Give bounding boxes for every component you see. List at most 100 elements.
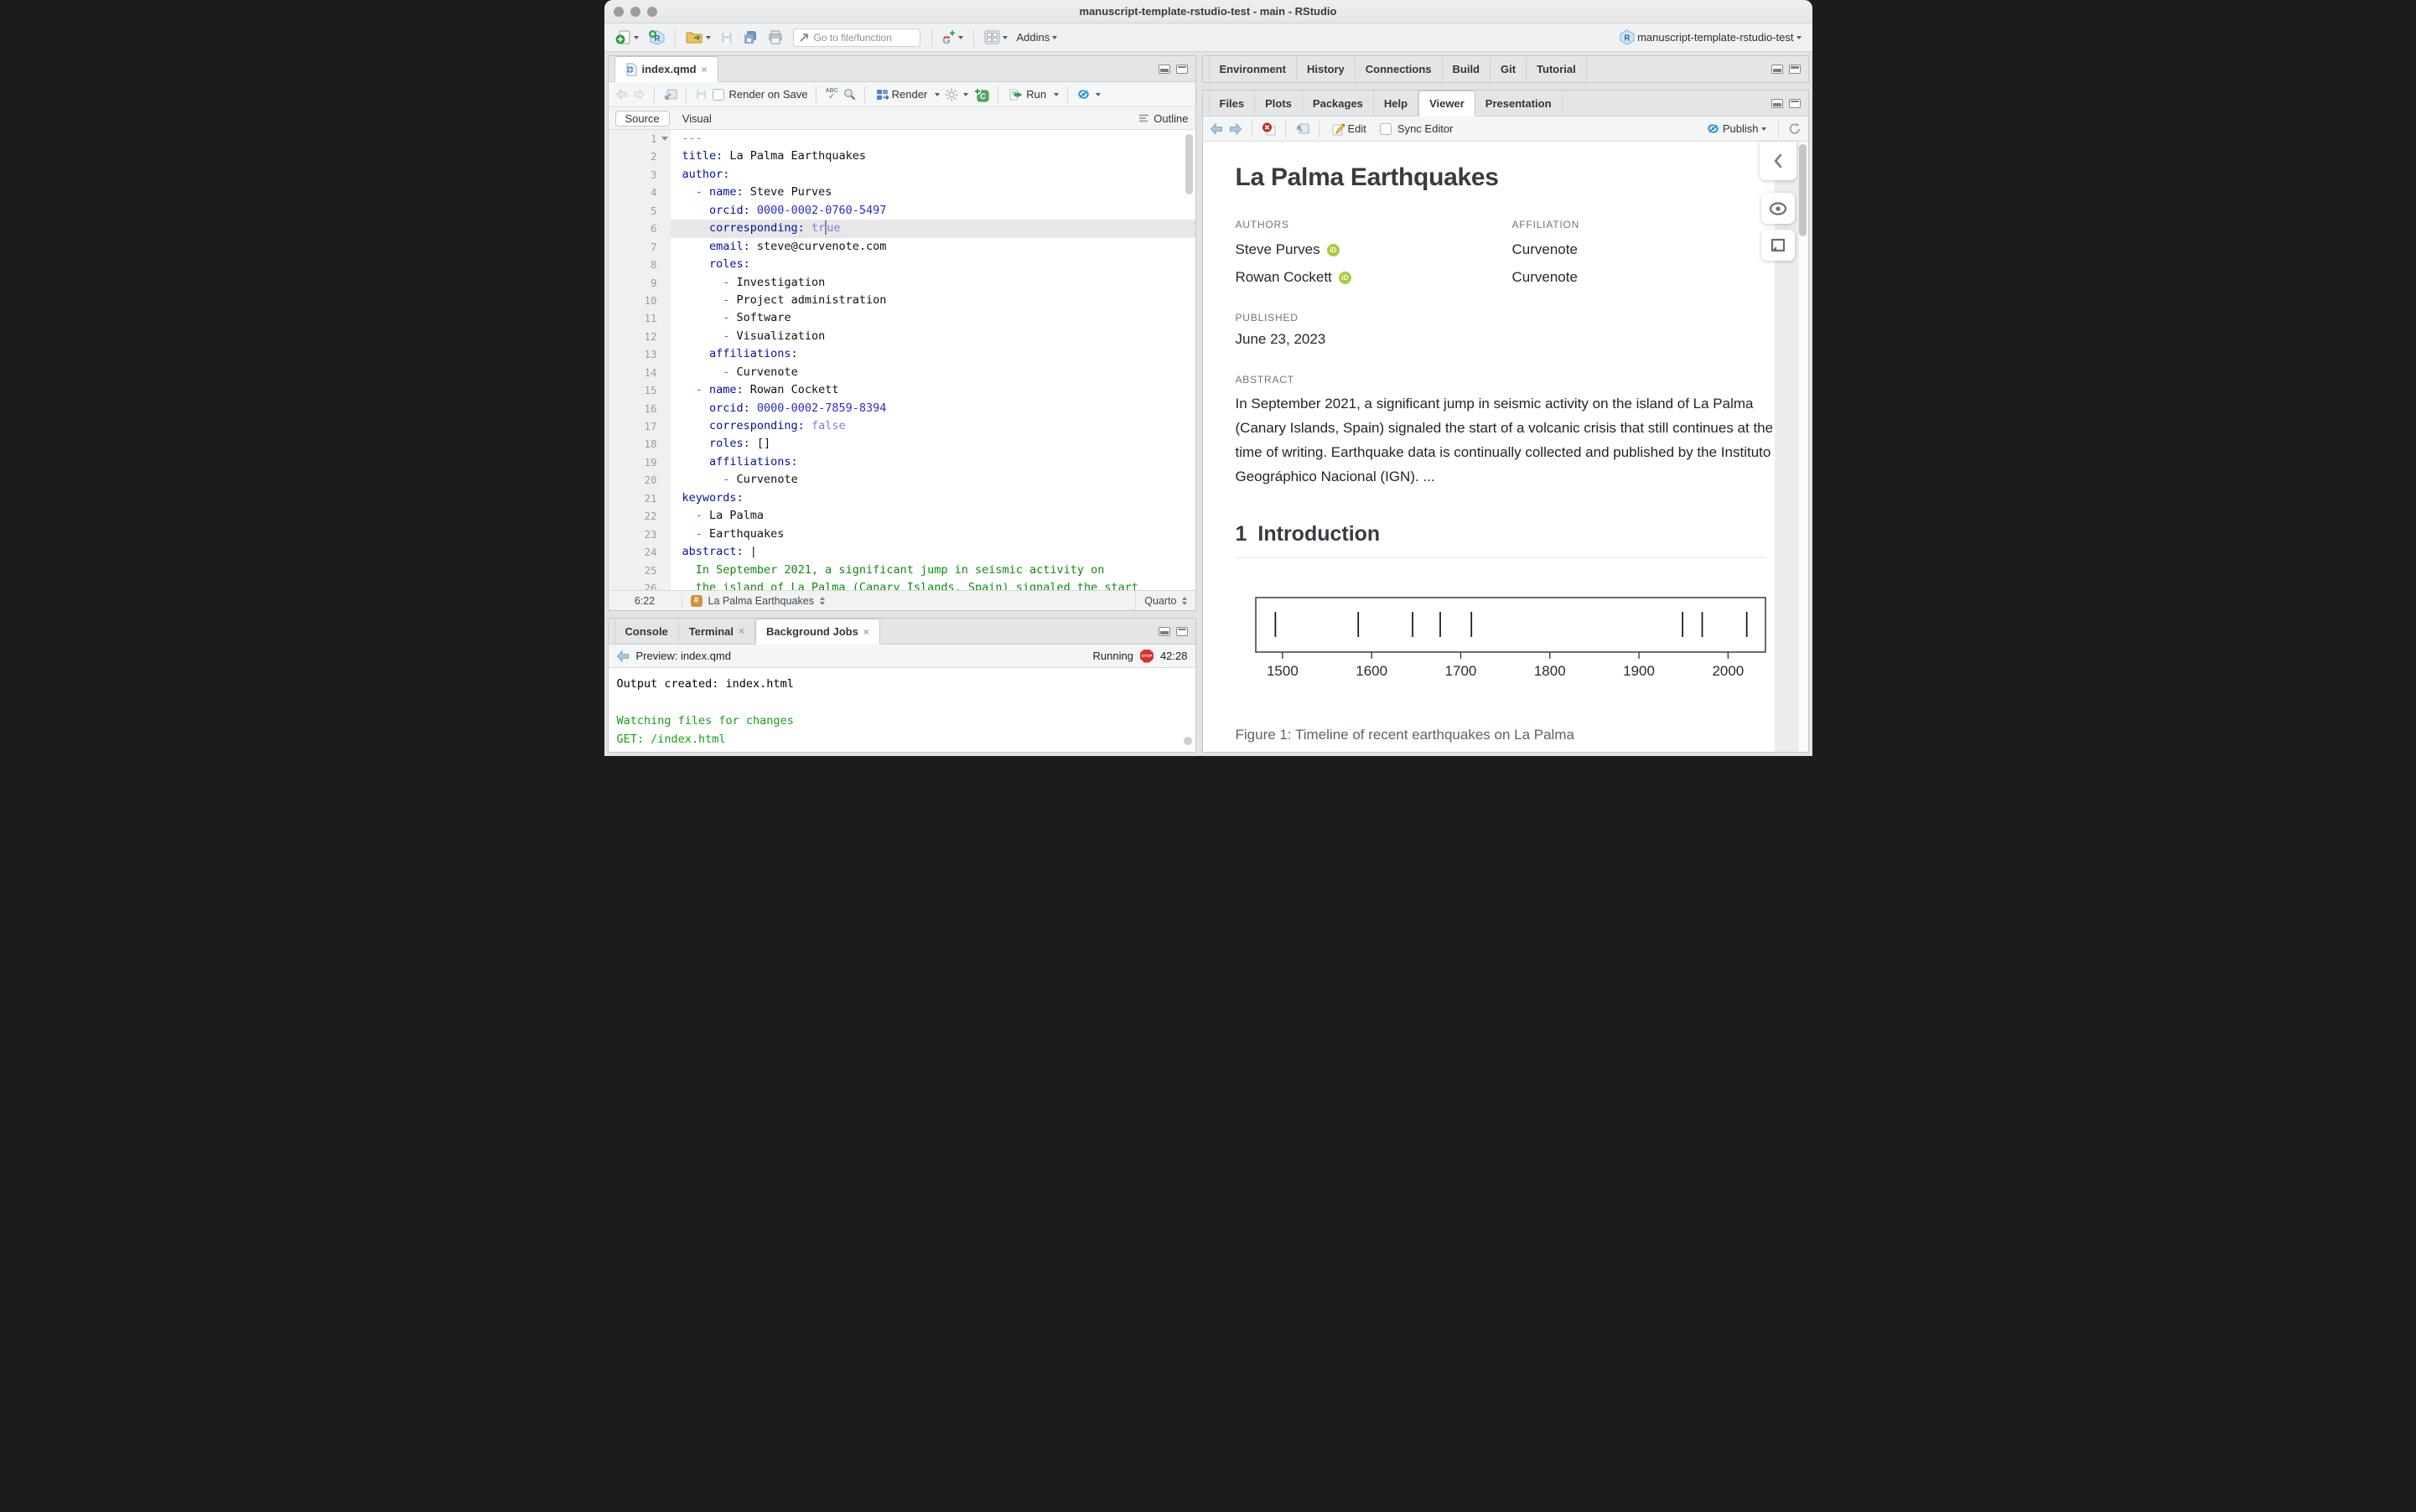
document-format-selector[interactable]: Quarto (1135, 591, 1195, 610)
annotations-button[interactable] (1760, 230, 1795, 261)
gear-caret[interactable] (963, 92, 969, 96)
axis-tick-label: 1500 (1266, 663, 1298, 679)
mode-visual-button[interactable]: Visual (673, 111, 721, 126)
console-tab-terminal[interactable]: Terminal × (679, 619, 756, 644)
render-on-save-label: Render on Save (728, 88, 808, 101)
viewer-back-icon[interactable] (1210, 122, 1223, 135)
viewer-scrollbar[interactable] (1797, 142, 1808, 752)
gear-icon[interactable] (945, 88, 958, 101)
maximize-pane-icon[interactable] (1788, 65, 1801, 74)
goto-file-box[interactable] (792, 28, 920, 47)
orcid-icon[interactable]: iD (1326, 243, 1340, 256)
maximize-pane-icon[interactable] (1175, 64, 1188, 74)
clear-viewer-icon[interactable] (1262, 122, 1276, 136)
code-text: - La Palma (671, 507, 1195, 525)
orcid-icon[interactable]: iD (1338, 271, 1351, 284)
tab-git[interactable]: Git (1491, 56, 1527, 82)
preview-visibility-button[interactable] (1760, 193, 1795, 224)
tab-plots[interactable]: Plots (1255, 91, 1303, 116)
tab-connections[interactable]: Connections (1356, 56, 1443, 82)
code-text: author: (671, 166, 1195, 184)
save-icon[interactable] (695, 88, 708, 101)
back-nav-icon[interactable] (616, 650, 630, 662)
console-tab-background-jobs[interactable]: Background Jobs × (755, 619, 880, 645)
toolbar-separator (1067, 85, 1069, 103)
minimize-window-button[interactable] (630, 6, 640, 17)
tab-history[interactable]: History (1297, 56, 1356, 82)
tab-presentation[interactable]: Presentation (1475, 91, 1563, 116)
console-tabstrip: Console Terminal × Background Jobs × (608, 619, 1195, 645)
viewer-scrollbar-thumb[interactable] (1799, 144, 1807, 236)
minimize-pane-icon[interactable] (1158, 626, 1170, 636)
save-all-button[interactable] (740, 28, 761, 46)
zoom-window-button[interactable] (646, 6, 657, 17)
close-window-button[interactable] (613, 6, 624, 17)
outline-button[interactable]: Outline (1138, 112, 1189, 125)
popout-icon[interactable] (663, 88, 677, 101)
minimize-pane-icon[interactable] (1771, 98, 1783, 108)
console-tab-console[interactable]: Console (614, 619, 679, 644)
spellcheck-icon[interactable]: ABC ✓ (825, 88, 837, 101)
rerun-caret[interactable] (1096, 92, 1102, 96)
render-on-save-checkbox[interactable] (712, 88, 724, 101)
render-button[interactable]: Render (874, 86, 931, 102)
console-scrollbar-thumb[interactable] (1183, 737, 1192, 745)
section-number: 1 (1235, 522, 1247, 546)
render-caret[interactable] (935, 92, 941, 96)
edit-button[interactable]: Edit (1329, 120, 1369, 137)
close-icon[interactable]: × (739, 625, 744, 637)
sync-editor-checkbox[interactable] (1379, 122, 1392, 135)
tab-environment[interactable]: Environment (1208, 56, 1297, 82)
print-button[interactable] (765, 28, 785, 46)
close-icon[interactable]: × (702, 64, 708, 75)
viewer-forward-icon[interactable] (1229, 122, 1242, 135)
refresh-icon[interactable] (1788, 122, 1802, 135)
tab-files[interactable]: Files (1208, 91, 1256, 116)
tab-viewer[interactable]: Viewer (1418, 91, 1475, 117)
project-menu-button[interactable]: R manuscript-template-rstudio-test (1617, 28, 1803, 47)
code-line: 9 - Investigation (609, 274, 1195, 292)
author-name-text: Rowan Cockett (1235, 269, 1332, 285)
code-text: corresponding: tr ue (670, 220, 1195, 238)
close-icon[interactable]: × (863, 626, 869, 638)
tab-index-qmd[interactable]: index.qmd × (614, 56, 718, 82)
jobs-output[interactable]: Output created: index.html Watching file… (608, 668, 1195, 752)
fold-arrow-icon[interactable] (661, 137, 668, 141)
publish-button[interactable]: Publish (1703, 121, 1769, 137)
editor-mode-row: Source Visual Outline (608, 107, 1195, 130)
stop-job-icon[interactable]: STOP (1139, 649, 1154, 663)
back-icon[interactable] (615, 89, 628, 100)
workspace-panes-button[interactable] (982, 28, 1010, 46)
tab-packages[interactable]: Packages (1303, 91, 1374, 116)
collapse-margin-button[interactable] (1759, 142, 1796, 180)
open-file-button[interactable] (683, 28, 713, 46)
run-caret[interactable] (1054, 92, 1060, 96)
tab-build[interactable]: Build (1443, 56, 1491, 82)
insert-chunk-icon[interactable]: C (973, 87, 989, 102)
new-file-button[interactable] (613, 28, 641, 47)
tab-tutorial[interactable]: Tutorial (1527, 56, 1587, 82)
rerun-icon[interactable] (1076, 88, 1091, 101)
code-line: 7 email: steve@curvenote.com (609, 238, 1195, 256)
search-icon[interactable] (843, 88, 856, 101)
popout-icon[interactable] (1295, 122, 1309, 135)
outline-breadcrumb[interactable]: # La Palma Earthquakes (682, 594, 1136, 607)
addins-button[interactable]: Addins (1014, 29, 1060, 45)
mode-source-button[interactable]: Source (614, 110, 670, 127)
run-button[interactable]: Run (1007, 86, 1049, 102)
code-text: - Investigation (671, 274, 1195, 292)
maximize-pane-icon[interactable] (1175, 626, 1188, 636)
version-control-button[interactable]: G (940, 28, 966, 47)
minimize-pane-icon[interactable] (1158, 64, 1170, 74)
chevron-updown-icon (1181, 596, 1187, 605)
code-editor[interactable]: 1 --- 2 title: La Palma Earthquakes 3 author:… (608, 130, 1195, 590)
tab-help[interactable]: Help (1374, 91, 1419, 116)
viewer-toolbar: Edit Sync Editor Publish (1202, 117, 1808, 142)
save-button[interactable] (718, 29, 736, 46)
new-project-button[interactable]: R (645, 28, 667, 47)
forward-icon[interactable] (633, 89, 645, 100)
code-line: 14 - Curvenote (609, 364, 1195, 381)
goto-file-input[interactable] (813, 31, 906, 44)
minimize-pane-icon[interactable] (1771, 65, 1783, 74)
maximize-pane-icon[interactable] (1788, 98, 1801, 108)
